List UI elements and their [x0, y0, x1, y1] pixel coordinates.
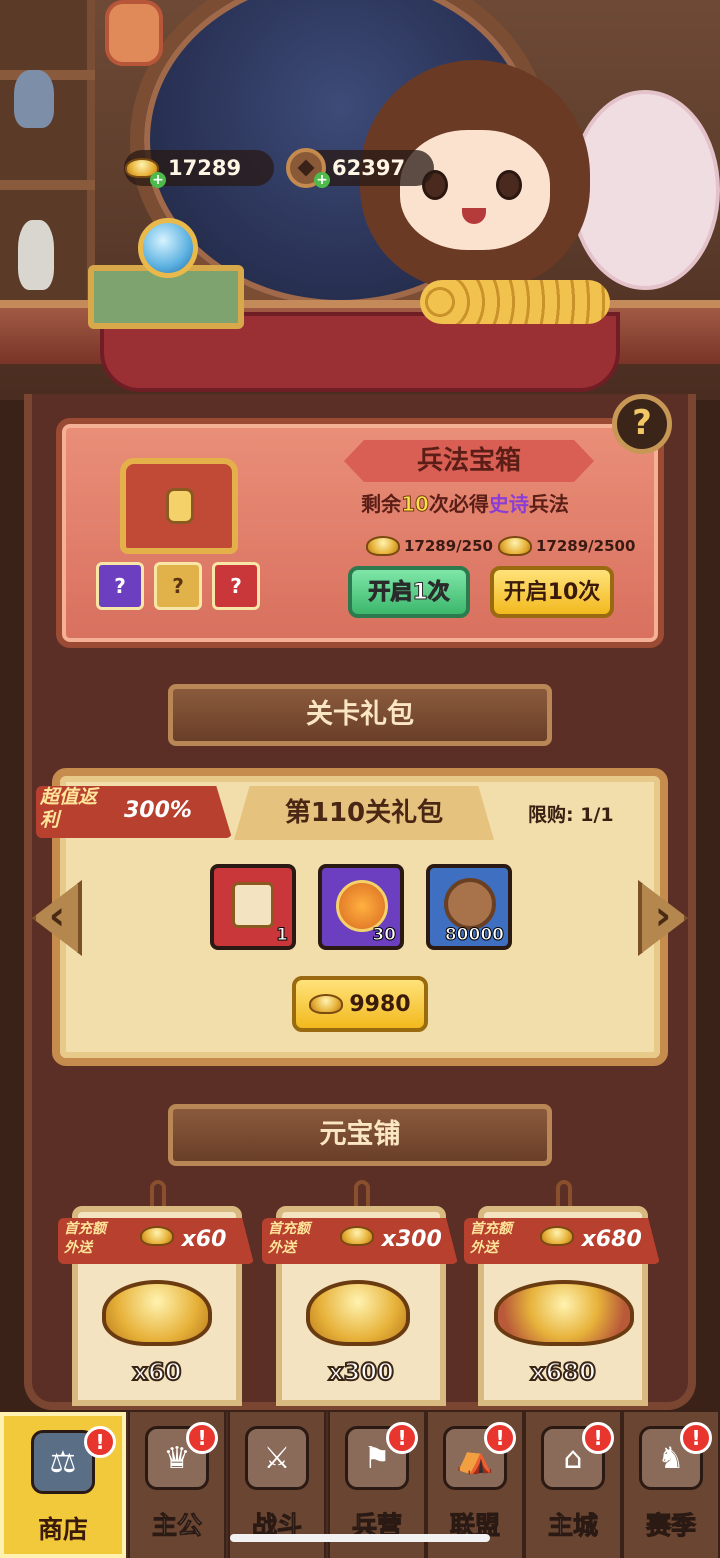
pack-quantity: x60	[132, 1357, 183, 1387]
notification-badge: !	[84, 1426, 116, 1458]
guarantee-tip: 剩余10次必得史诗兵法	[361, 492, 569, 517]
stage-gift-header: 关卡礼包	[168, 684, 552, 746]
tab-lord[interactable]: ♛ 主公 !	[128, 1412, 226, 1558]
gift-price: 9980	[349, 991, 411, 1017]
ingot-tray-image	[494, 1280, 634, 1346]
home-indicator[interactable]	[230, 1534, 490, 1542]
tab-shop[interactable]: ⚖ 商店 !	[0, 1412, 126, 1558]
open-once-button[interactable]: 开启1次	[348, 566, 470, 618]
help-icon[interactable]: ?	[612, 394, 672, 454]
ingot-currency[interactable]: + 17289	[124, 150, 274, 188]
pack-quantity: x680	[529, 1357, 597, 1387]
fan-decoration	[570, 90, 720, 290]
coin-pile	[420, 280, 610, 324]
ingot-image	[102, 1280, 212, 1346]
open-ten-button[interactable]: 开启10次	[490, 566, 614, 618]
epic-tactic-card-icon[interactable]: ?	[96, 562, 144, 610]
gift-item-phoenix-token[interactable]: 30	[318, 864, 404, 950]
gold-ingot-icon	[309, 994, 344, 1014]
lantern-decoration	[105, 0, 163, 66]
general-chest-icon	[232, 882, 274, 928]
ingot-amount: 17289	[168, 156, 242, 180]
value-badge-percent: 300%	[124, 798, 192, 823]
item-quantity: 80000	[444, 925, 504, 946]
gift-item-copper-coin[interactable]: 80000	[426, 864, 512, 950]
crossed-swords-icon: ⚔	[245, 1426, 309, 1490]
buy-gift-button[interactable]: 9980	[292, 976, 428, 1032]
value-badge-label: 超值返利	[40, 786, 98, 831]
rare-tactic-card-icon[interactable]: ?	[154, 562, 202, 610]
notification-badge: !	[386, 1422, 418, 1454]
gold-ingot-icon	[140, 1226, 174, 1246]
ingot-pile-image	[306, 1280, 410, 1346]
pack-quantity: x300	[327, 1357, 395, 1387]
add-ingot-icon[interactable]: +	[150, 172, 166, 188]
first-charge-label: 首充额外送	[64, 1221, 106, 1256]
add-coin-icon[interactable]: +	[314, 172, 330, 188]
chest-lock	[166, 488, 194, 524]
item-quantity: 1	[276, 925, 289, 946]
first-charge-bonus: x60	[140, 1226, 226, 1252]
notification-badge: !	[186, 1422, 218, 1454]
crystal-orb	[138, 218, 198, 278]
left-shelf	[0, 0, 95, 300]
chest-title: 兵法宝箱	[344, 440, 594, 482]
notification-badge: !	[680, 1422, 712, 1454]
tab-season[interactable]: ♞ 赛季 !	[622, 1412, 720, 1558]
notification-badge: !	[582, 1422, 614, 1454]
first-charge-label: 首充额外送	[268, 1221, 310, 1256]
ten-open-cost: 17289/2500	[498, 536, 635, 556]
gift-item-general-chest[interactable]: 1	[210, 864, 296, 950]
gold-ingot-icon	[340, 1226, 374, 1246]
first-charge-bonus: x300	[340, 1226, 442, 1252]
single-open-cost: 17289/250	[366, 536, 493, 556]
notification-badge: !	[484, 1422, 516, 1454]
coin-currency[interactable]: + 62397	[286, 148, 434, 188]
shopkeeper-face	[400, 130, 550, 250]
copper-coin-icon	[444, 878, 496, 930]
gold-ingot-icon	[540, 1226, 574, 1246]
purchase-limit: 限购: 1/1	[528, 804, 614, 826]
gold-ingot-icon	[366, 536, 400, 556]
first-charge-bonus: x680	[540, 1226, 642, 1252]
legend-tactic-card-icon[interactable]: ?	[212, 562, 260, 610]
ingot-shop-header: 元宝铺	[168, 1104, 552, 1166]
first-charge-label: 首充额外送	[470, 1221, 512, 1256]
stage-gift-title: 第110关礼包	[234, 786, 494, 840]
tab-main-city[interactable]: ⌂ 主城 !	[524, 1412, 622, 1558]
coin-amount: 62397	[332, 156, 406, 180]
item-quantity: 30	[372, 925, 397, 946]
gold-ingot-icon	[498, 536, 532, 556]
